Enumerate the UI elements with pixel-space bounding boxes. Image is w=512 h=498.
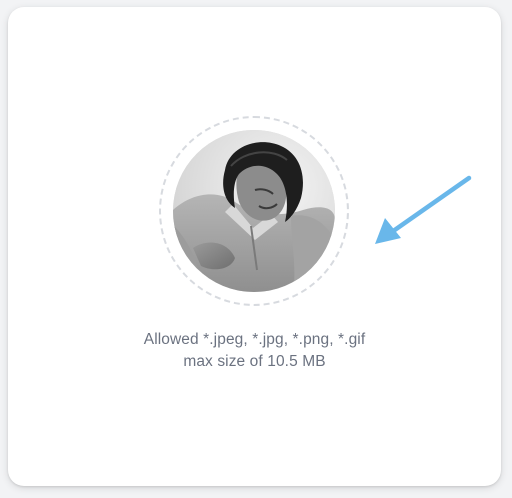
- avatar-upload-dropzone[interactable]: [159, 116, 349, 306]
- max-size-text: max size of 10.5 MB: [183, 353, 326, 370]
- arrow-icon: [375, 175, 472, 244]
- avatar-photo[interactable]: [173, 130, 335, 292]
- upload-help-text: Allowed *.jpeg, *.jpg, *.png, *.gif max …: [8, 329, 501, 373]
- stage: Allowed *.jpeg, *.jpg, *.png, *.gif max …: [0, 0, 512, 498]
- allowed-formats-text: Allowed *.jpeg, *.jpg, *.png, *.gif: [143, 331, 366, 348]
- avatar-image: [173, 130, 335, 292]
